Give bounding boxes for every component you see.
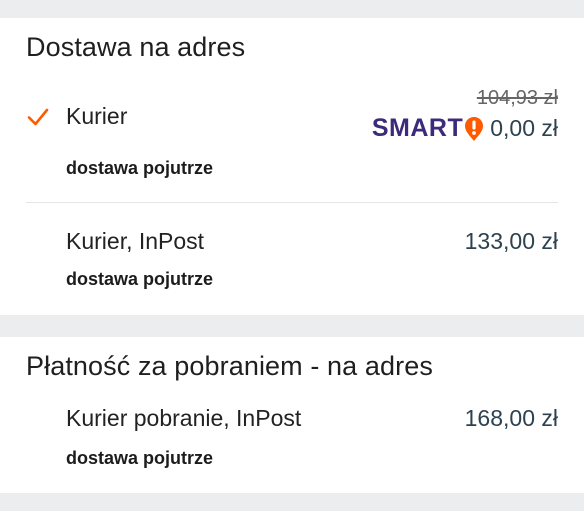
delivery-to-address-section: Dostawa na adres Kurier 104,93 zł SMART …: [0, 18, 584, 315]
checkmark-icon: [27, 108, 49, 126]
delivery-time: dostawa pojutrze: [66, 269, 214, 289]
delivery-time: dostawa pojutrze: [66, 158, 214, 178]
old-price: 104,93 zł: [476, 87, 558, 109]
option-name: Kurier, InPost: [66, 228, 205, 254]
option-price: 133,00 zł: [464, 228, 558, 254]
delivery-time: dostawa pojutrze: [66, 448, 214, 468]
delivery-option-kurier-pobranie-inpost[interactable]: Kurier pobranie, InPost 168,00 zł dostaw…: [0, 393, 584, 485]
cash-on-delivery-section: Płatność za pobraniem - na adres Kurier …: [0, 337, 584, 493]
smart-price-row: SMART 0,00 zł: [372, 114, 558, 143]
section-title: Płatność za pobraniem - na adres: [26, 351, 433, 381]
smart-label: SMART: [371, 114, 464, 142]
delivery-option-kurier-inpost[interactable]: Kurier, InPost 133,00 zł dostawa pojutrz…: [0, 214, 584, 310]
section-title: Dostawa na adres: [26, 32, 246, 62]
option-price: 0,00 zł: [490, 115, 558, 141]
divider: [26, 202, 558, 203]
smart-badge-icon: [465, 116, 484, 141]
option-price: 168,00 zł: [464, 405, 558, 431]
delivery-option-kurier[interactable]: Kurier 104,93 zł SMART 0,00 zł dostawa p…: [0, 87, 584, 202]
option-name: Kurier: [66, 103, 128, 129]
option-name: Kurier pobranie, InPost: [66, 405, 302, 431]
